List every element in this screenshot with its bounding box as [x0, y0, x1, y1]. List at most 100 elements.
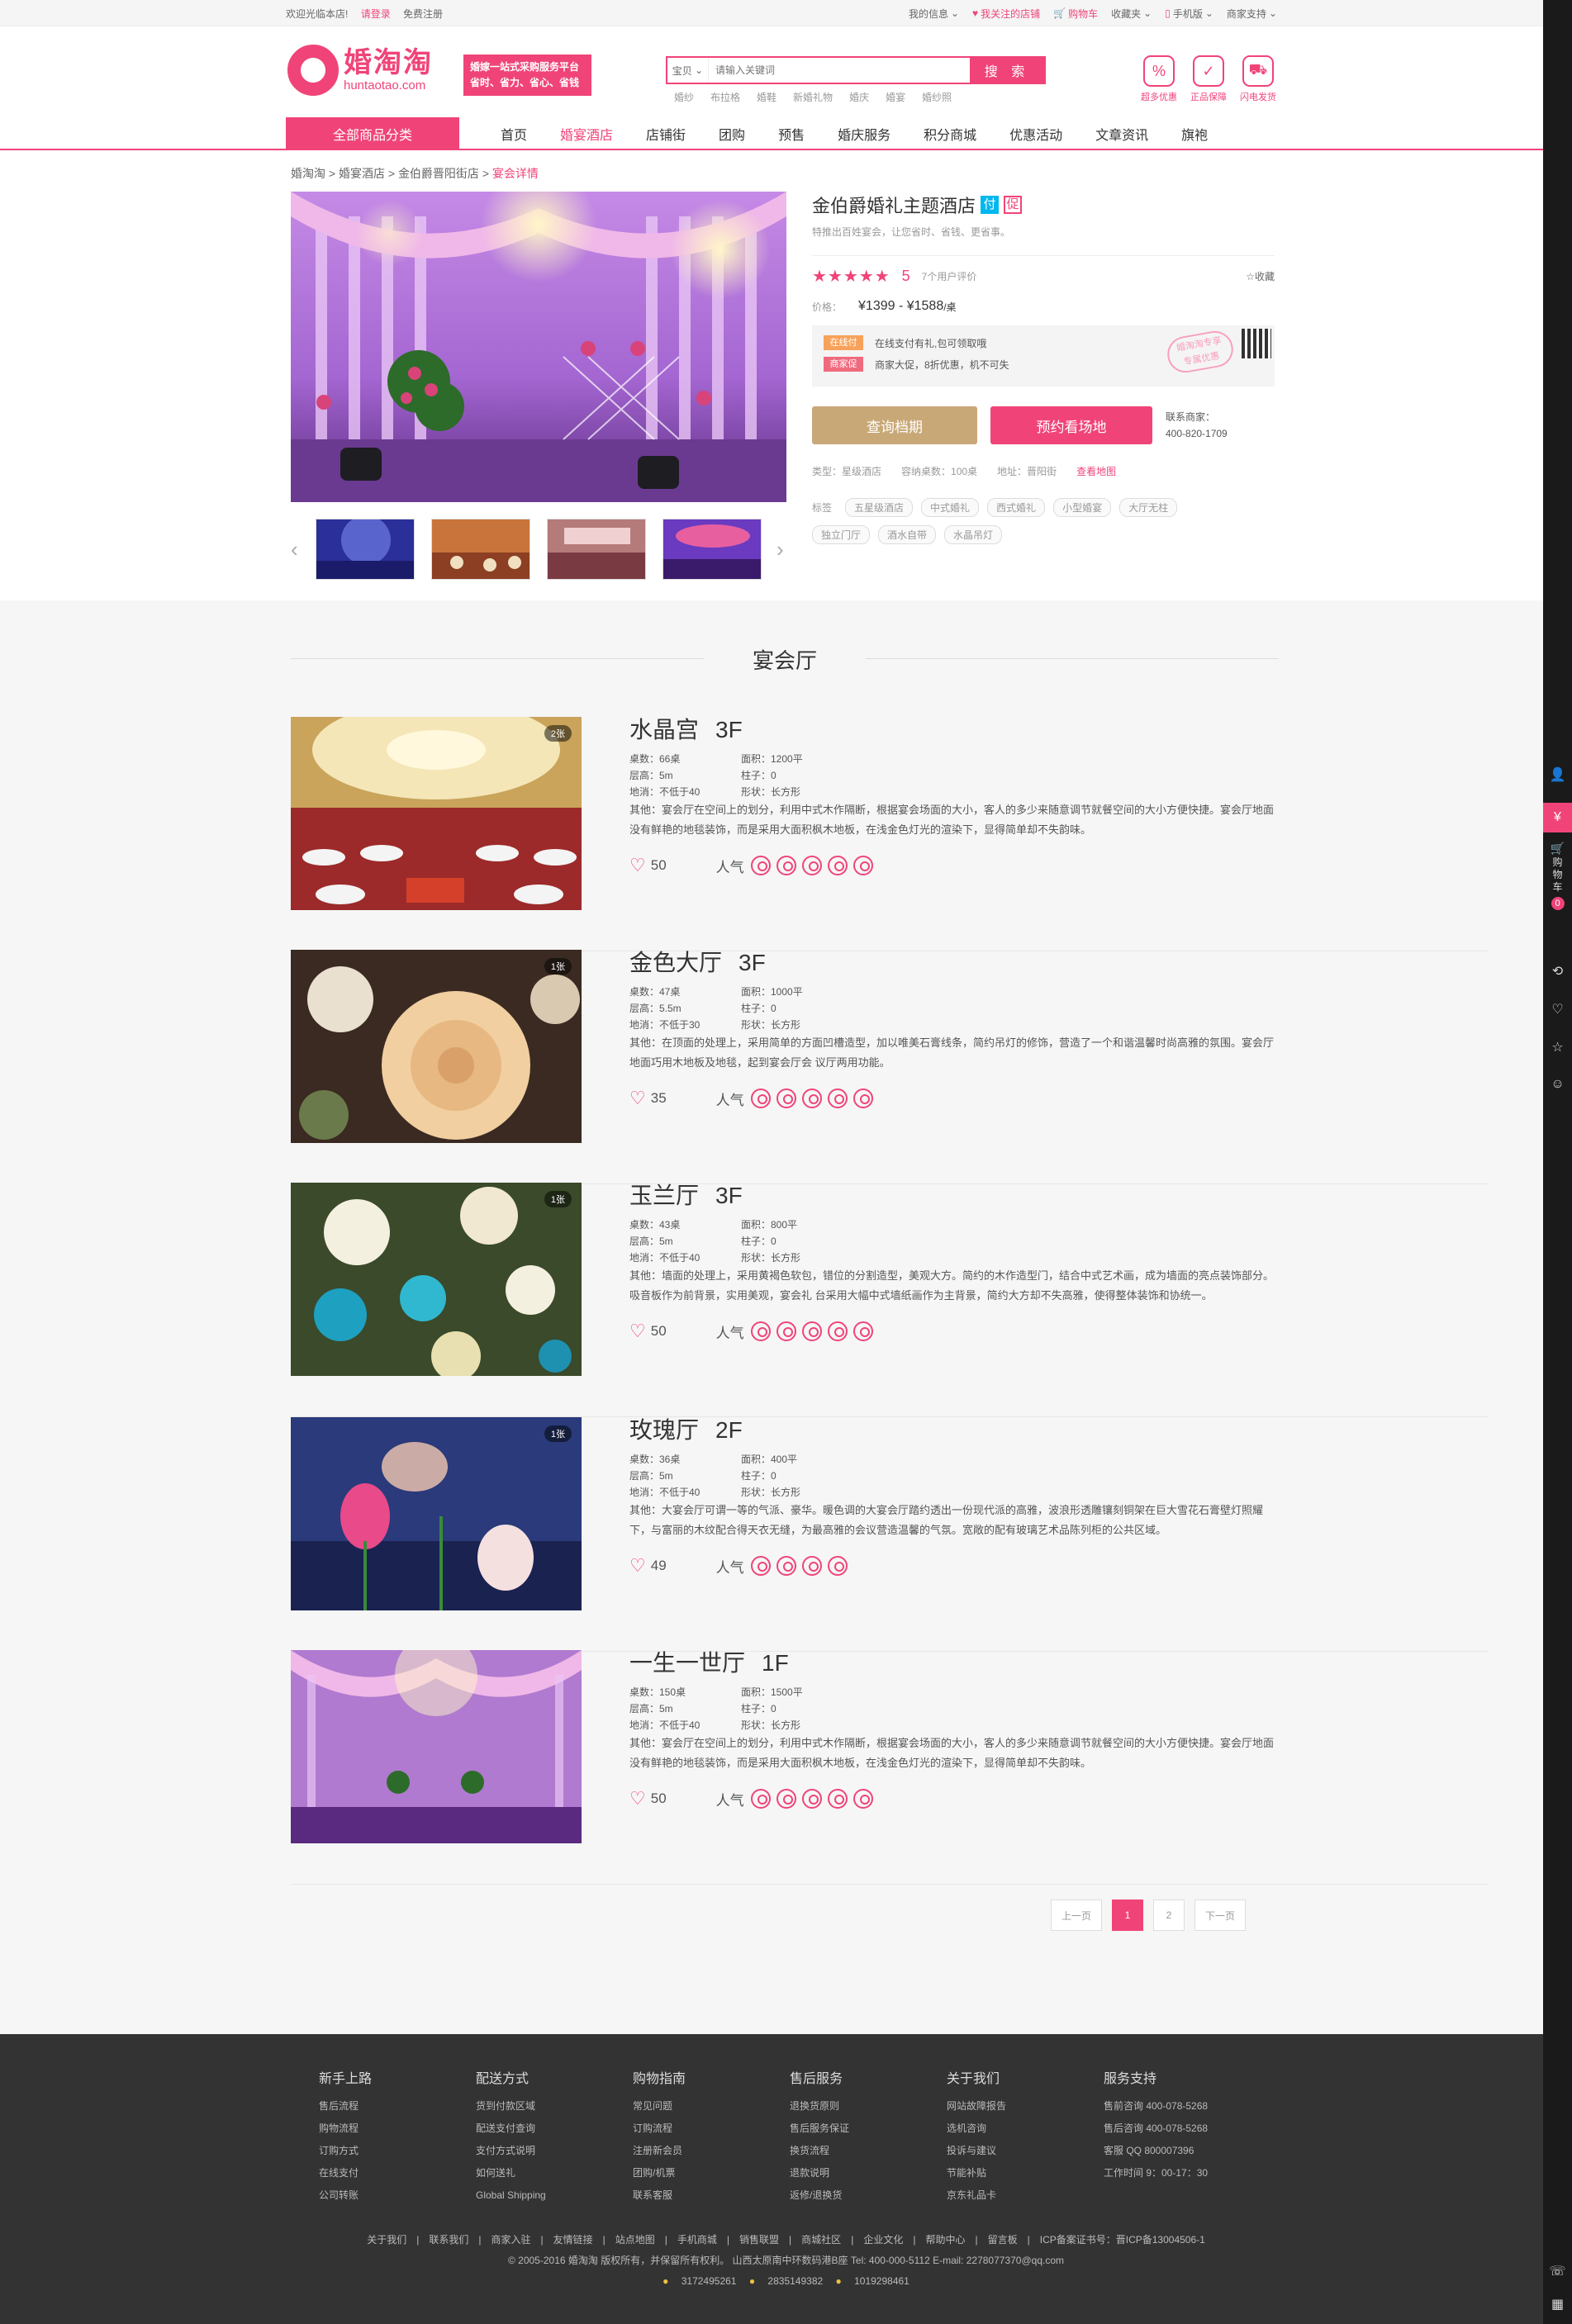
search-button[interactable]: 搜 索: [970, 58, 1044, 83]
nav-item[interactable]: 旗袍: [1181, 124, 1208, 144]
footer-link[interactable]: 客服 QQ 800007396: [1104, 2140, 1261, 2162]
tag-chip[interactable]: 五星级酒店: [845, 498, 914, 517]
hall-card[interactable]: 1张 玉兰厅 3F 桌数：43桌 面积：800平 层高：5m 柱子：0 地消：不低于40 形状：…: [291, 1183, 1489, 1417]
nav-item[interactable]: 预售: [778, 124, 805, 144]
hall-card[interactable]: 2张 水晶宫 3F 桌数：66桌 面积：1200平 层高：5m 柱子：0 地消：不低于40 形状…: [291, 717, 1489, 951]
thumbnail[interactable]: [663, 519, 762, 580]
qr-code-icon[interactable]: [1242, 329, 1271, 358]
footer-link[interactable]: 注册新会员: [633, 2140, 790, 2162]
nav-item[interactable]: 优惠活动: [1009, 124, 1062, 144]
footer-link[interactable]: 返修/退换货: [790, 2184, 947, 2207]
footer-link[interactable]: 工作时间 9：00-17：30: [1104, 2162, 1261, 2184]
heart-outline-icon[interactable]: ♡: [629, 1321, 646, 1342]
footer-link[interactable]: Global Shipping: [476, 2184, 633, 2207]
hall-name[interactable]: 水晶宫 3F: [629, 717, 1282, 743]
hall-image[interactable]: 1张: [291, 1183, 582, 1376]
cart-sidebar-button[interactable]: 🛒 购物车 0: [1543, 842, 1572, 910]
footer-link[interactable]: 配送支付查询: [476, 2118, 633, 2140]
user-icon[interactable]: 👤: [1543, 766, 1572, 783]
heart-outline-icon[interactable]: ♡: [1543, 1001, 1572, 1017]
search-input[interactable]: [709, 58, 970, 83]
tag-chip[interactable]: 水晶吊灯: [944, 525, 1003, 544]
footer-bottom-link[interactable]: 商家入驻: [491, 2234, 530, 2246]
footer-bottom-link[interactable]: 站点地图: [615, 2234, 655, 2246]
followed-shops-link[interactable]: ♥ 我关注的店铺: [972, 7, 1040, 21]
chevron-right-icon[interactable]: ›: [777, 537, 784, 562]
thumbnail[interactable]: [316, 519, 415, 580]
footer-bottom-link[interactable]: ICP备案证书号：晋ICP备13004506-1: [1040, 2234, 1205, 2246]
merchant-support-link[interactable]: 商家支持 ⌄: [1227, 7, 1277, 21]
footer-bottom-link[interactable]: 企业文化: [863, 2234, 903, 2246]
mobile-link[interactable]: ▯ 手机版 ⌄: [1165, 7, 1213, 21]
favorites-link[interactable]: 收藏夹 ⌄: [1111, 7, 1152, 21]
thumbnail[interactable]: [431, 519, 530, 580]
footer-link[interactable]: 订购流程: [633, 2118, 790, 2140]
footer-link[interactable]: 投诉与建议: [947, 2140, 1104, 2162]
coupon-icon[interactable]: ¥: [1543, 803, 1572, 832]
footer-link[interactable]: 支付方式说明: [476, 2140, 633, 2162]
heart-outline-icon[interactable]: ♡: [629, 1088, 646, 1109]
tag-chip[interactable]: 小型婚宴: [1053, 498, 1112, 517]
footer-bottom-link[interactable]: 留言板: [988, 2234, 1018, 2246]
footer-bottom-link[interactable]: 商城社区: [801, 2234, 841, 2246]
footer-link[interactable]: 退换货原则: [790, 2095, 947, 2118]
hall-image[interactable]: 1张: [291, 1417, 582, 1610]
page-2-button[interactable]: 2: [1153, 1900, 1185, 1931]
footer-bottom-link[interactable]: 销售联盟: [739, 2234, 779, 2246]
breadcrumb-item[interactable]: 婚宴酒店: [339, 167, 385, 180]
footer-bottom-link[interactable]: 联系我们: [429, 2234, 468, 2246]
my-info-link[interactable]: 我的信息 ⌄: [909, 7, 959, 21]
nav-item[interactable]: 婚宴酒店: [560, 124, 613, 144]
hall-name[interactable]: 一生一世厅 1F: [629, 1650, 1282, 1677]
page-1-button[interactable]: 1: [1112, 1900, 1144, 1931]
hall-card[interactable]: 1张 金色大厅 3F 桌数：47桌 面积：1000平 层高：5.5m 柱子：0 地消：不低于3…: [291, 950, 1489, 1184]
breadcrumb-item[interactable]: 婚淘淘: [291, 167, 325, 180]
hall-card[interactable]: 1张 玫瑰厅 2F 桌数：36桌 面积：400平 层高：5m 柱子：0 地消：不低于40 形状：…: [291, 1417, 1489, 1652]
nav-item[interactable]: 店铺街: [646, 124, 686, 144]
footer-link[interactable]: 订购方式: [319, 2140, 476, 2162]
all-categories-button[interactable]: 全部商品分类: [286, 117, 459, 150]
hall-card[interactable]: 一生一世厅 1F 桌数：150桌 面积：1500平 层高：5m 柱子：0 地消：不低于40 形…: [291, 1650, 1489, 1885]
heart-outline-icon[interactable]: ♡: [629, 1555, 646, 1577]
view-map-link[interactable]: 查看地图: [1076, 464, 1116, 478]
footer-link[interactable]: 常见问题: [633, 2095, 790, 2118]
service-icon[interactable]: ☏: [1543, 2263, 1572, 2279]
favorite-button[interactable]: ☆收藏: [1246, 269, 1275, 283]
footer-link[interactable]: 货到付款区域: [476, 2095, 633, 2118]
nav-item[interactable]: 文章资讯: [1095, 124, 1148, 144]
search-type-select[interactable]: 宝贝 ⌄: [667, 58, 709, 83]
breadcrumb-item[interactable]: 金伯爵晋阳街店: [398, 167, 479, 180]
query-schedule-button[interactable]: 查询档期: [812, 406, 977, 444]
register-link[interactable]: 免费注册: [403, 8, 443, 20]
qq-number[interactable]: 3172495261: [682, 2275, 737, 2287]
tag-chip[interactable]: 中式婚礼: [921, 498, 980, 517]
footer-link[interactable]: 选机咨询: [947, 2118, 1104, 2140]
qq-number[interactable]: 1019298461: [854, 2275, 909, 2287]
hall-image[interactable]: [291, 1650, 582, 1843]
footer-link[interactable]: 售后服务保证: [790, 2118, 947, 2140]
tag-chip[interactable]: 独立门厅: [812, 525, 871, 544]
footer-link[interactable]: 公司转账: [319, 2184, 476, 2207]
history-icon[interactable]: ⟲: [1543, 963, 1572, 979]
footer-link[interactable]: 京东礼品卡: [947, 2184, 1104, 2207]
footer-link[interactable]: 购物流程: [319, 2118, 476, 2140]
footer-link[interactable]: 如何送礼: [476, 2162, 633, 2184]
hall-name[interactable]: 玉兰厅 3F: [629, 1183, 1282, 1209]
hall-name[interactable]: 金色大厅 3F: [629, 950, 1282, 976]
footer-link[interactable]: 换货流程: [790, 2140, 947, 2162]
footer-bottom-link[interactable]: 关于我们: [367, 2234, 406, 2246]
qr-icon[interactable]: ▦: [1543, 2296, 1572, 2312]
site-logo[interactable]: 婚淘淘 huntaotao.com: [287, 45, 433, 96]
next-page-button[interactable]: 下一页: [1194, 1900, 1247, 1931]
chat-icon[interactable]: ☺: [1543, 1077, 1572, 1092]
hall-image[interactable]: 2张: [291, 717, 582, 910]
nav-item[interactable]: 积分商城: [924, 124, 976, 144]
footer-link[interactable]: 网站故障报告: [947, 2095, 1104, 2118]
hotword[interactable]: 婚庆: [849, 90, 869, 104]
footer-link[interactable]: 售后流程: [319, 2095, 476, 2118]
star-outline-icon[interactable]: ☆: [1543, 1039, 1572, 1055]
hotword[interactable]: 布拉格: [710, 90, 740, 104]
footer-link[interactable]: 节能补贴: [947, 2162, 1104, 2184]
review-count[interactable]: 7个用户评价: [922, 269, 977, 283]
hall-image[interactable]: 1张: [291, 950, 582, 1143]
